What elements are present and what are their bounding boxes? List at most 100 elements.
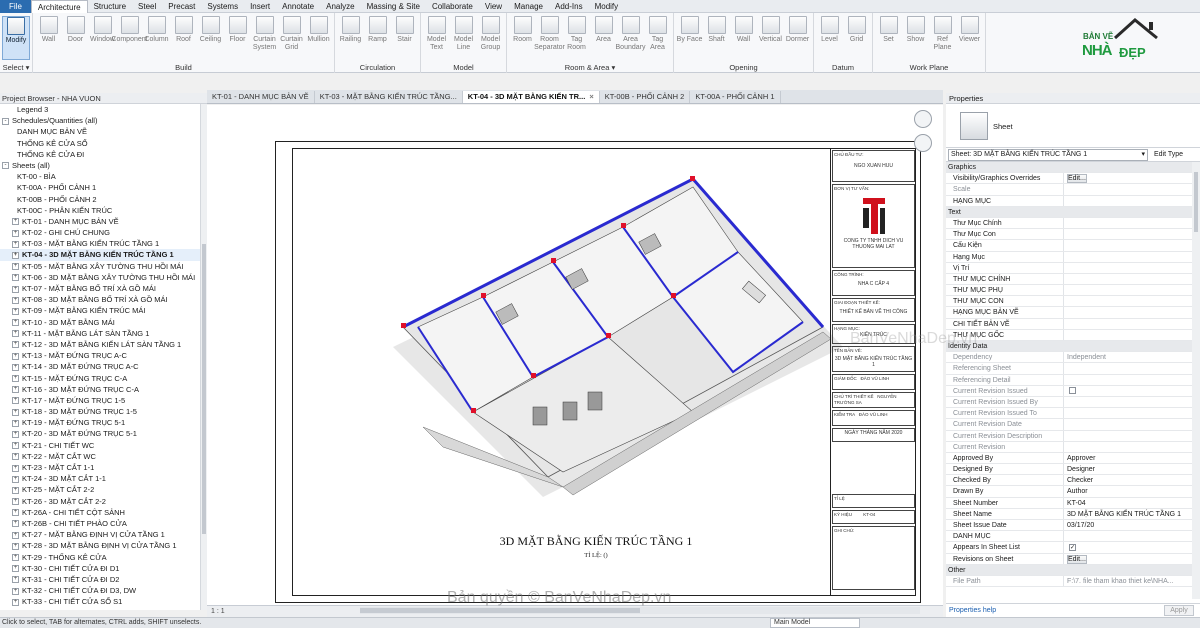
property-section[interactable]: Other bbox=[946, 564, 1200, 576]
tool-model-group[interactable]: Model Group bbox=[477, 16, 504, 60]
property-section[interactable]: Identity Data bbox=[946, 341, 1200, 353]
menu-item-insert[interactable]: Insert bbox=[244, 0, 276, 13]
expand-icon[interactable]: + bbox=[12, 542, 19, 550]
expand-icon[interactable]: + bbox=[12, 464, 19, 472]
menu-item-massing-site[interactable]: Massing & Site bbox=[361, 0, 426, 13]
menu-item-add-ins[interactable]: Add-Ins bbox=[549, 0, 589, 13]
instance-select[interactable]: Sheet: 3D MẶT BẰNG KIẾN TRÚC TẦNG 1 bbox=[948, 148, 1148, 161]
property-value[interactable] bbox=[1064, 274, 1200, 284]
tree-item[interactable]: + KT-16 - 3D MẶT ĐỨNG TRỤC C-A bbox=[0, 384, 200, 395]
tool-dormer[interactable]: Dormer bbox=[784, 16, 811, 60]
tool-wall[interactable]: Wall bbox=[730, 16, 757, 60]
collapse-icon[interactable]: - bbox=[2, 117, 9, 125]
edit-button[interactable]: Edit... bbox=[1067, 554, 1087, 564]
tool-viewer[interactable]: Viewer bbox=[956, 16, 983, 60]
expand-icon[interactable]: + bbox=[12, 240, 19, 248]
navigation-bar[interactable] bbox=[914, 110, 934, 220]
3d-floor-plan-view[interactable] bbox=[323, 157, 863, 517]
tool-set[interactable]: Set bbox=[875, 16, 902, 60]
tree-item[interactable]: + KT-26 - 3D MẶT CẮT 2-2 bbox=[0, 496, 200, 507]
tree-item[interactable]: + KT-04 - 3D MẶT BẰNG KIẾN TRÚC TẦNG 1 bbox=[0, 249, 200, 261]
edit-type-button[interactable]: Edit Type bbox=[1154, 151, 1183, 158]
tree-item[interactable]: - Sheets (all) bbox=[0, 160, 200, 171]
tree-item[interactable]: + KT-18 - 3D MẶT ĐỨNG TRỤC 1-5 bbox=[0, 406, 200, 417]
tool-room[interactable]: Room bbox=[509, 16, 536, 60]
view-tab[interactable]: KT-03 - MẶT BẰNG KIẾN TRÚC TẦNG... bbox=[315, 91, 463, 103]
tool-level[interactable]: Level bbox=[816, 16, 843, 60]
canvas-hscrollbar[interactable] bbox=[360, 607, 920, 614]
tool-tag-room[interactable]: Tag Room bbox=[563, 16, 590, 60]
expand-icon[interactable]: + bbox=[12, 319, 19, 327]
expand-icon[interactable]: + bbox=[12, 554, 19, 562]
property-value[interactable]: ✓ bbox=[1064, 542, 1200, 552]
tree-item[interactable]: + KT-02 - GHI CHÚ CHUNG bbox=[0, 227, 200, 238]
menu-item-systems[interactable]: Systems bbox=[201, 0, 244, 13]
scroll-thumb[interactable] bbox=[1194, 172, 1198, 232]
expand-icon[interactable]: + bbox=[12, 386, 19, 394]
expand-icon[interactable]: + bbox=[12, 587, 19, 595]
tree-item[interactable]: + KT-23 - MẶT CẮT 1-1 bbox=[0, 462, 200, 473]
property-value[interactable] bbox=[1064, 307, 1200, 317]
tree-item[interactable]: KT-00B - PHỐI CẢNH 2 bbox=[0, 194, 200, 205]
tool-area-boundary[interactable]: Area Boundary bbox=[616, 16, 645, 60]
property-value[interactable]: Edit... bbox=[1064, 554, 1200, 564]
property-value[interactable] bbox=[1064, 252, 1200, 262]
menu-item-modify[interactable]: Modify bbox=[589, 0, 625, 13]
menu-item-annotate[interactable]: Annotate bbox=[276, 0, 320, 13]
active-workset-select[interactable]: Main Model bbox=[770, 618, 860, 628]
tool-ceiling[interactable]: Ceiling bbox=[197, 16, 224, 60]
scroll-thumb[interactable] bbox=[202, 244, 206, 534]
property-value[interactable] bbox=[1064, 240, 1200, 250]
view-tab[interactable]: KT-01 - DANH MỤC BẢN VẼ bbox=[207, 91, 315, 103]
expand-icon[interactable]: + bbox=[12, 296, 19, 304]
tool-railing[interactable]: Railing bbox=[337, 16, 364, 60]
menu-item-analyze[interactable]: Analyze bbox=[320, 0, 360, 13]
property-value[interactable]: Checker bbox=[1064, 475, 1200, 485]
tool-curtain-system[interactable]: Curtain System bbox=[251, 16, 278, 60]
apply-button[interactable]: Apply bbox=[1164, 605, 1194, 616]
project-browser-scrollbar[interactable] bbox=[200, 104, 207, 610]
expand-icon[interactable]: + bbox=[12, 475, 19, 483]
tool-door[interactable]: Door bbox=[62, 16, 89, 60]
expand-icon[interactable]: + bbox=[12, 363, 19, 371]
expand-icon[interactable]: + bbox=[12, 408, 19, 416]
tree-item[interactable]: + KT-09 - MẶT BẰNG KIẾN TRÚC MÁI bbox=[0, 305, 200, 316]
modify-tool[interactable]: Modify bbox=[2, 16, 30, 60]
tree-item[interactable]: + KT-17 - MẶT ĐỨNG TRỤC 1-5 bbox=[0, 395, 200, 406]
menu-item-collaborate[interactable]: Collaborate bbox=[426, 0, 479, 13]
expand-icon[interactable]: + bbox=[12, 520, 19, 528]
properties-scrollbar[interactable] bbox=[1192, 162, 1200, 599]
collapse-icon[interactable]: - bbox=[2, 162, 9, 170]
menu-item-structure[interactable]: Structure bbox=[88, 0, 132, 13]
property-value[interactable] bbox=[1064, 218, 1200, 228]
tree-item[interactable]: Legend 3 bbox=[0, 104, 200, 115]
expand-icon[interactable]: + bbox=[12, 330, 19, 338]
tool-column[interactable]: Column bbox=[143, 16, 170, 60]
tree-item[interactable]: KT-00A - PHỐI CẢNH 1 bbox=[0, 182, 200, 193]
expand-icon[interactable]: + bbox=[12, 509, 19, 517]
menu-item-steel[interactable]: Steel bbox=[132, 0, 162, 13]
property-value[interactable]: Approver bbox=[1064, 453, 1200, 463]
tree-item[interactable]: KT-00 - BÌA bbox=[0, 171, 200, 182]
property-section[interactable]: Text bbox=[946, 206, 1200, 218]
expand-icon[interactable]: + bbox=[12, 442, 19, 450]
expand-icon[interactable]: + bbox=[12, 307, 19, 315]
tree-item[interactable]: + KT-10 - 3D MẶT BẰNG MÁI bbox=[0, 317, 200, 328]
property-value[interactable]: Designer bbox=[1064, 464, 1200, 474]
tree-item[interactable]: + KT-01 - DANH MỤC BẢN VẼ bbox=[0, 216, 200, 227]
menu-item-architecture[interactable]: Architecture bbox=[30, 0, 88, 13]
view-tab[interactable]: KT-00A - PHỐI CẢNH 1 bbox=[690, 91, 781, 103]
project-browser-tree[interactable]: Legend 3- Schedules/Quantities (all) DANH … bbox=[0, 104, 200, 610]
expand-icon[interactable]: + bbox=[12, 229, 19, 237]
expand-icon[interactable]: + bbox=[12, 285, 19, 293]
tree-item[interactable]: + KT-24 - 3D MẶT CẮT 1-1 bbox=[0, 473, 200, 484]
expand-icon[interactable]: + bbox=[12, 598, 19, 606]
tool-curtain-grid[interactable]: Curtain Grid bbox=[278, 16, 305, 60]
tool-roof[interactable]: Roof bbox=[170, 16, 197, 60]
tool-wall[interactable]: Wall bbox=[35, 16, 62, 60]
tree-item[interactable]: + KT-28 - 3D MẶT BẰNG ĐỊNH VỊ CỬA TẦNG 1 bbox=[0, 540, 200, 551]
expand-icon[interactable]: + bbox=[12, 251, 19, 259]
steering-wheel-icon[interactable] bbox=[914, 110, 932, 128]
property-value[interactable] bbox=[1064, 196, 1200, 206]
properties-help-link[interactable]: Properties help bbox=[949, 607, 996, 614]
